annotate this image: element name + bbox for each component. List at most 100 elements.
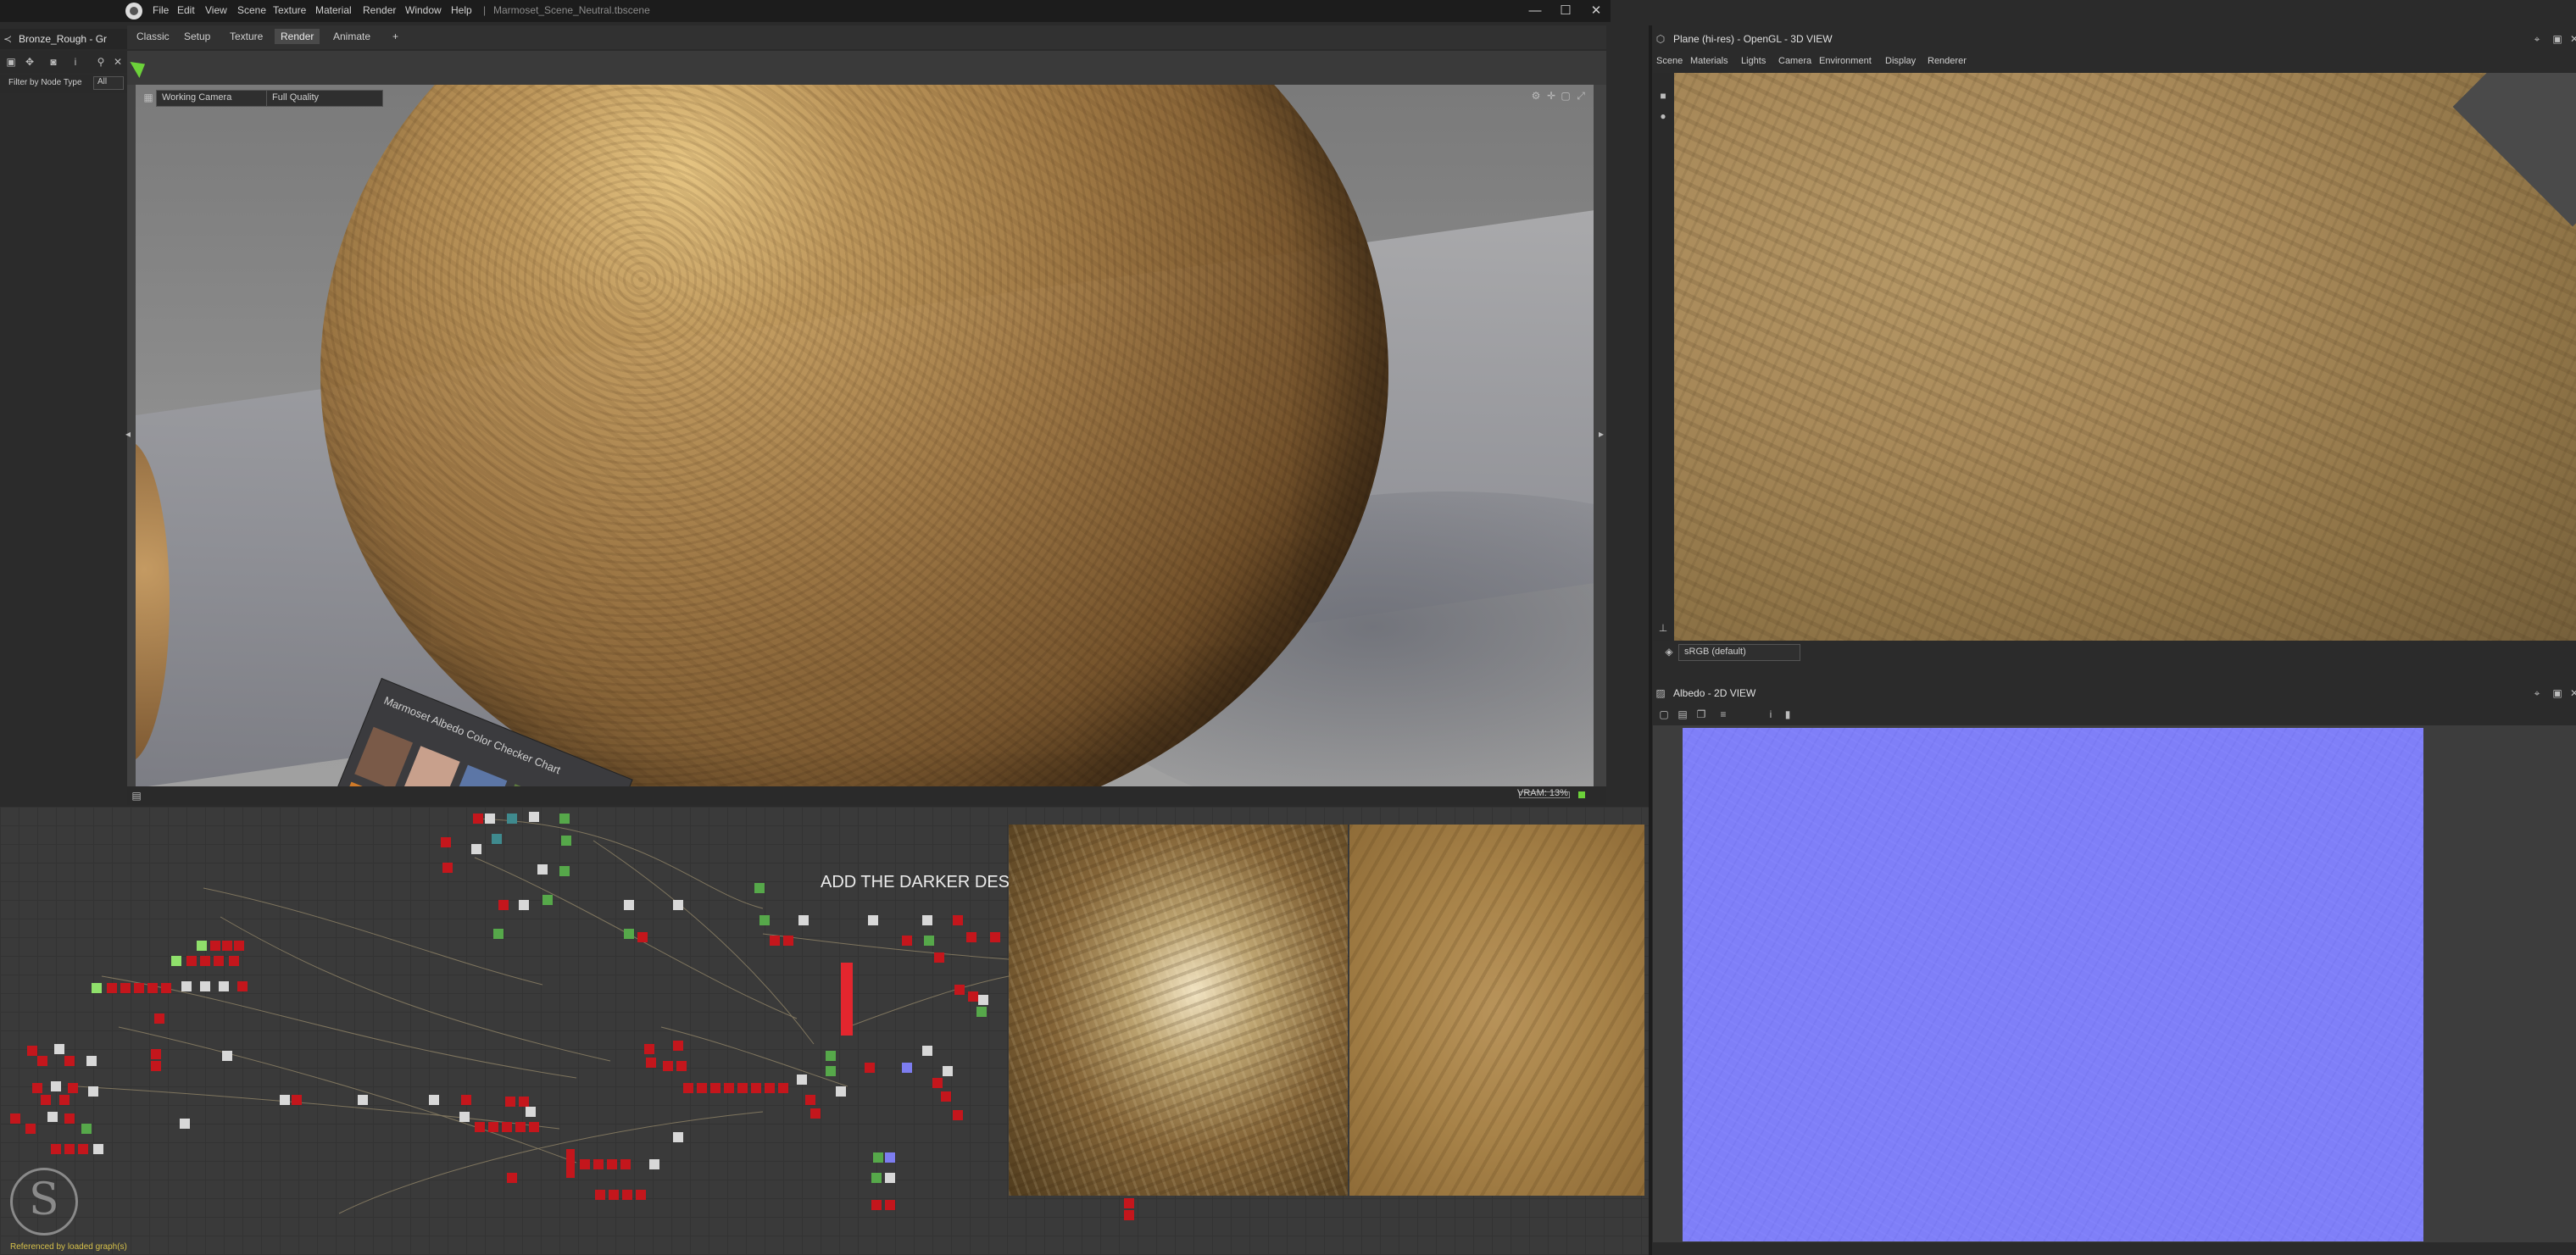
graph-node-tall[interactable] (566, 1149, 575, 1178)
graph-node[interactable] (673, 1041, 683, 1051)
graph-node[interactable] (492, 834, 502, 844)
graph-node[interactable] (41, 1095, 51, 1105)
graph-comment[interactable]: ADD THE DARKER DESA (821, 873, 1021, 892)
channels-icon[interactable]: ≡ (1717, 708, 1729, 720)
graph-node[interactable] (507, 1173, 517, 1183)
graph-node[interactable] (871, 1173, 882, 1183)
camera-menu-icon[interactable]: ▦ (142, 92, 154, 103)
graph-node[interactable] (529, 812, 539, 822)
graph-node[interactable] (751, 1083, 761, 1093)
graph-node[interactable] (147, 983, 158, 993)
graph-node[interactable] (358, 1095, 368, 1105)
graph-node[interactable] (609, 1190, 619, 1200)
graph-node[interactable] (673, 900, 683, 910)
graph-node[interactable] (441, 837, 451, 847)
left-collapse-icon[interactable]: ◂ (122, 428, 134, 440)
graph-node[interactable] (502, 1122, 512, 1132)
panel-divider[interactable] (1649, 25, 1652, 1255)
colorspace-select[interactable]: sRGB (default) (1678, 644, 1800, 661)
graph-node[interactable] (86, 1056, 97, 1066)
graph-node[interactable] (868, 915, 878, 925)
graph-node[interactable] (836, 1086, 846, 1097)
graph-node[interactable] (529, 1122, 539, 1132)
graph-node[interactable] (498, 900, 509, 910)
graph-node[interactable] (673, 1132, 683, 1142)
graph-node[interactable] (826, 1051, 836, 1061)
marmoset-logo-icon[interactable] (125, 3, 142, 19)
frame-view-icon[interactable]: ▢ (1560, 90, 1572, 102)
view3d-menu-lights[interactable]: Lights (1741, 56, 1766, 66)
graph-node[interactable] (214, 956, 224, 966)
graph-node[interactable] (181, 981, 192, 991)
graph-node[interactable] (559, 866, 570, 876)
graph-node[interactable] (200, 981, 210, 991)
close-panel-icon[interactable]: ✕ (2568, 687, 2576, 699)
graph-node[interactable] (754, 883, 765, 893)
graph-node[interactable] (154, 1013, 164, 1024)
graph-node[interactable] (25, 1124, 36, 1134)
render-viewport[interactable]: Marmoset Albedo Color Checker Chart (136, 85, 1594, 786)
graph-node[interactable] (622, 1190, 632, 1200)
menu-edit[interactable]: Edit (177, 4, 195, 16)
graph-node[interactable] (636, 1190, 646, 1200)
graph-node[interactable] (64, 1144, 75, 1154)
graph-node[interactable] (941, 1091, 951, 1102)
graph-node[interactable] (10, 1113, 20, 1124)
graph-node[interactable] (770, 936, 780, 946)
graph-node[interactable] (280, 1095, 290, 1105)
save-icon[interactable]: ▤ (1677, 708, 1689, 720)
fit-icon[interactable]: ▢ (1658, 708, 1670, 720)
popout-icon[interactable]: ⤢ (1575, 90, 1587, 102)
graph-node[interactable] (161, 983, 171, 993)
graph-node[interactable] (624, 900, 634, 910)
graph-node[interactable] (292, 1095, 302, 1105)
graph-node[interactable] (778, 1083, 788, 1093)
graph-node[interactable] (493, 929, 504, 939)
graph-node[interactable] (968, 991, 978, 1002)
graph-node[interactable] (561, 836, 571, 846)
graph-node[interactable] (737, 1083, 748, 1093)
view3d-menu-renderer[interactable]: Renderer (1928, 56, 1967, 66)
tab-render[interactable]: Render (275, 29, 320, 44)
graph-node[interactable] (507, 814, 517, 824)
graph-node[interactable] (88, 1086, 98, 1097)
graph-node[interactable] (429, 1095, 439, 1105)
graph-node[interactable] (93, 1144, 103, 1154)
graph-node[interactable] (59, 1095, 70, 1105)
graph-node[interactable] (724, 1083, 734, 1093)
menu-help[interactable]: Help (451, 4, 472, 16)
close-icon[interactable]: ✕ (112, 56, 124, 68)
graph-node[interactable] (580, 1159, 590, 1169)
graph-node[interactable] (620, 1159, 631, 1169)
graph-node[interactable] (649, 1159, 659, 1169)
graph-node[interactable] (885, 1200, 895, 1210)
graph-node[interactable] (595, 1190, 605, 1200)
graph-node[interactable] (646, 1058, 656, 1068)
graph-node[interactable] (902, 936, 912, 946)
graph-node[interactable] (697, 1083, 707, 1093)
graph-node[interactable] (885, 1173, 895, 1183)
graph-node[interactable] (873, 1152, 883, 1163)
view3d-menu-environment[interactable]: Environment (1819, 56, 1872, 66)
graph-node[interactable] (210, 941, 220, 951)
graph-node[interactable] (663, 1061, 673, 1071)
graph-node[interactable] (710, 1083, 721, 1093)
menu-file[interactable]: File (153, 4, 169, 16)
graph-node[interactable] (953, 915, 963, 925)
graph-node[interactable] (826, 1066, 836, 1076)
maximize-button[interactable]: ☐ (1556, 3, 1575, 19)
graph-node[interactable] (783, 936, 793, 946)
graph-node[interactable] (475, 1122, 485, 1132)
graph-node[interactable] (92, 983, 102, 993)
filter-select[interactable]: All (93, 76, 124, 90)
graph-node[interactable] (54, 1044, 64, 1054)
view3d-menu-display[interactable]: Display (1885, 56, 1916, 66)
graph-node[interactable] (64, 1113, 75, 1124)
graph-node[interactable] (229, 956, 239, 966)
graph-node[interactable] (759, 915, 770, 925)
graph-node[interactable] (32, 1083, 42, 1093)
graph-node[interactable] (978, 995, 988, 1005)
graph-node[interactable] (180, 1119, 190, 1129)
camera-icon[interactable]: ◙ (47, 56, 59, 68)
move-icon[interactable]: ✥ (24, 56, 36, 68)
